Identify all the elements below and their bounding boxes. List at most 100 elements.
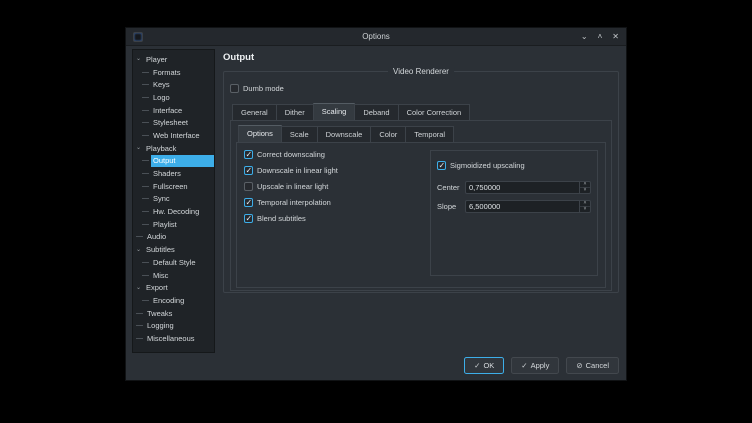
sidebar-item-tweaks[interactable]: Tweaks [133,307,214,320]
checkbox-temporal-interpolation[interactable]: Temporal interpolation [244,198,420,207]
expander-icon[interactable]: ⌄ [136,145,144,151]
tree-branch-line [142,198,149,199]
checkbox-correct-downscaling[interactable]: Correct downscaling [244,150,420,159]
sidebar-item-export[interactable]: ⌄Export [133,281,214,294]
sidebar-item-label: Audio [145,231,214,243]
check-icon: ✓ [521,361,527,370]
video-renderer-group: Video Renderer Dumb mode GeneralDitherSc… [223,71,619,293]
tree-branch-line [136,313,143,314]
checkbox-label: Blend subtitles [257,214,306,223]
checkbox-label: Upscale in linear light [257,182,328,191]
sidebar-item-player[interactable]: ⌄Player [133,53,214,66]
tree-branch-line [136,325,143,326]
field-label: Center [437,183,461,192]
sidebar-item-stylesheet[interactable]: Stylesheet [133,116,214,129]
sidebar-item-label: Miscellaneous [145,332,214,344]
group-title: Video Renderer [388,67,454,76]
sidebar-item-label: Output [151,155,214,167]
subtab-scale[interactable]: Scale [281,126,318,143]
subtab-downscale[interactable]: Downscale [317,126,372,143]
field-label: Slope [437,202,461,211]
ok-button[interactable]: ✓OK [464,357,504,374]
sidebar-item-label: Export [144,282,214,294]
checkbox-box [244,166,253,175]
titlebar[interactable]: Options ⌄˄✕ [126,28,626,46]
sidebar-item-subtitles[interactable]: ⌄Subtitles [133,243,214,256]
spinbox-down-button[interactable]: ˅ [580,207,590,212]
apply-button[interactable]: ✓Apply [511,357,559,374]
sidebar-item-audio[interactable]: Audio [133,231,214,244]
sidebar-item-label: Interface [151,104,214,116]
spinbox-buttons: ˄˅ [579,182,590,193]
sidebar-item-label: Hw. Decoding [151,206,214,218]
sidebar-item-hw-decoding[interactable]: Hw. Decoding [133,205,214,218]
sidebar-item-web-interface[interactable]: Web Interface [133,129,214,142]
sidebar-item-interface[interactable]: Interface [133,104,214,117]
tab-scaling[interactable]: Scaling [313,103,356,121]
sidebar-item-encoding[interactable]: Encoding [133,294,214,307]
sidebar-item-output[interactable]: Output [133,155,214,168]
maximize-button[interactable]: ˄ [598,29,603,45]
cancel-button[interactable]: ⊘ Cancel [566,357,619,374]
tree-branch-line [142,97,149,98]
sidebar-item-logging[interactable]: Logging [133,319,214,332]
close-button[interactable]: ✕ [612,29,619,45]
sidebar-item-default-style[interactable]: Default Style [133,256,214,269]
subtab-options[interactable]: Options [238,125,282,143]
field-slope: Slope 6,500000˄˅ [437,200,591,213]
sidebar-item-label: Shaders [151,168,214,180]
sidebar-item-label: Logo [151,91,214,103]
checkbox-box [244,214,253,223]
sidebar-item-label: Web Interface [151,129,214,141]
checkbox-box [244,150,253,159]
tree-branch-line [142,224,149,225]
spinbox-value[interactable]: 6,500000 [466,201,579,212]
tree-branch-line [142,110,149,111]
tree-branch-line [142,262,149,263]
checkbox-blend-subtitles[interactable]: Blend subtitles [244,214,420,223]
sidebar-item-label: Playback [144,142,214,154]
group-content: Dumb mode GeneralDitherScalingDebandColo… [230,80,612,287]
sidebar-item-label: Stylesheet [151,117,214,129]
sidebar-item-misc[interactable]: Misc [133,269,214,282]
sidebar-item-playlist[interactable]: Playlist [133,218,214,231]
checkbox-box [244,182,253,191]
expander-icon[interactable]: ⌄ [136,247,144,253]
sidebar-item-logo[interactable]: Logo [133,91,214,104]
subtab-temporal[interactable]: Temporal [405,126,454,143]
tree-branch-line [142,186,149,187]
cancel-icon: ⊘ [576,361,582,370]
sidebar-item-formats[interactable]: Formats [133,66,214,79]
sidebar-item-label: Subtitles [144,244,214,256]
checkbox-dumb-mode[interactable]: Dumb mode [230,84,284,93]
spinbox-value[interactable]: 0,750000 [466,182,579,193]
spinbox-down-button[interactable]: ˅ [580,188,590,193]
tab-general[interactable]: General [232,104,277,121]
sidebar-item-label: Encoding [151,294,214,306]
spinbox-buttons: ˄˅ [579,201,590,212]
tree-branch-line [142,300,149,301]
checkbox-upscale-in-linear-light[interactable]: Upscale in linear light [244,182,420,191]
sidebar-item-playback[interactable]: ⌄Playback [133,142,214,155]
tab-dither[interactable]: Dither [276,104,314,121]
expander-icon[interactable]: ⌄ [136,285,144,291]
subtab-color[interactable]: Color [370,126,406,143]
tab-deband[interactable]: Deband [354,104,398,121]
checkbox-downscale-in-linear-light[interactable]: Downscale in linear light [244,166,420,175]
spinbox-center[interactable]: 0,750000˄˅ [465,181,591,194]
button-label: Cancel [586,361,609,370]
sidebar-item-sync[interactable]: Sync [133,193,214,206]
sidebar-item-shaders[interactable]: Shaders [133,167,214,180]
checkbox-box [437,161,446,170]
sidebar-item-label: Tweaks [145,307,214,319]
spinbox-slope[interactable]: 6,500000˄˅ [465,200,591,213]
expander-icon[interactable]: ⌄ [136,56,144,62]
sidebar-item-keys[interactable]: Keys [133,78,214,91]
sidebar-item-fullscreen[interactable]: Fullscreen [133,180,214,193]
sidebar-item-miscellaneous[interactable]: Miscellaneous [133,332,214,345]
checkbox-box [230,84,239,93]
checkbox-sigmoidized-upscaling[interactable]: Sigmoidized upscaling [437,161,525,170]
tab-color-correction[interactable]: Color Correction [398,104,471,121]
minimize-button[interactable]: ⌄ [581,29,588,45]
screen: Options ⌄ ˄ ✕ ⌄PlayerFormatsKeysLogoInterf… [0,0,752,423]
